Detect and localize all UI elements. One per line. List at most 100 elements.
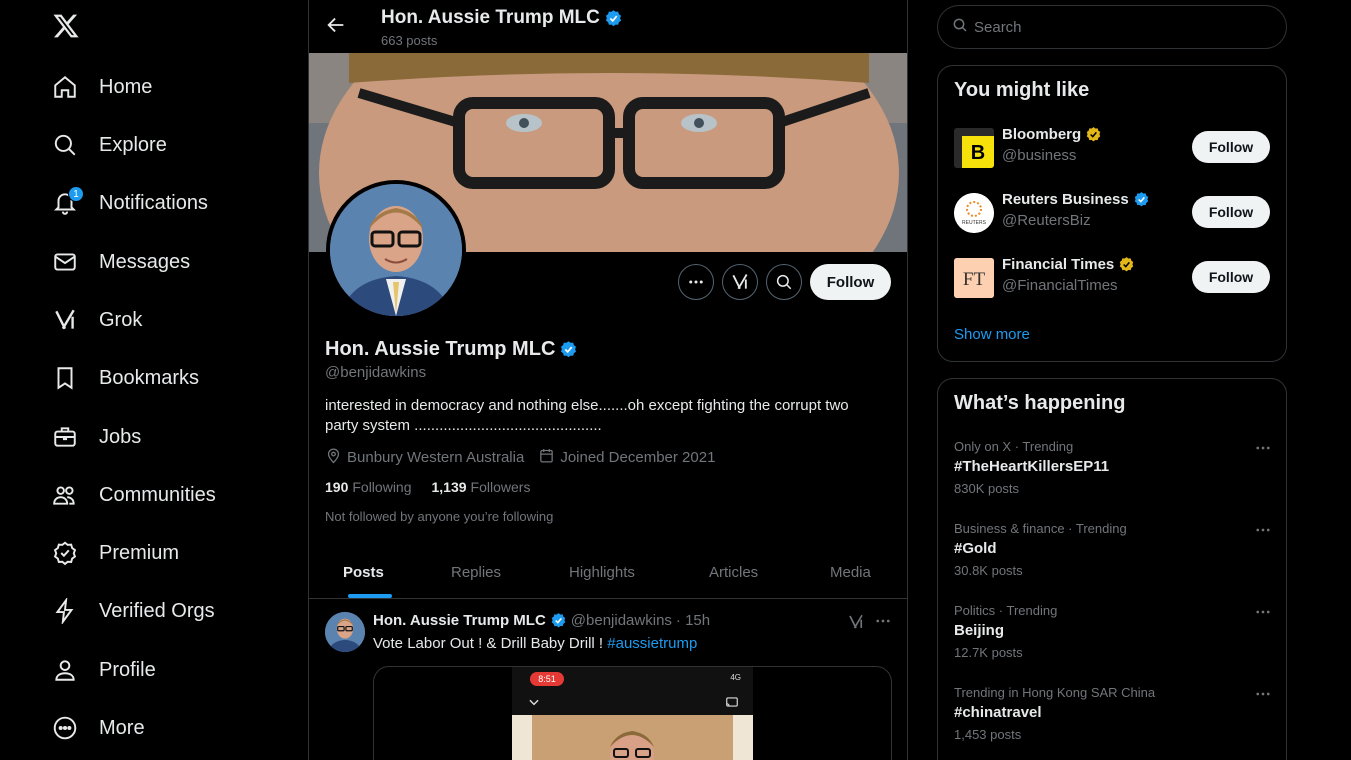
nav-jobs[interactable]: Jobs — [52, 417, 141, 457]
account-name-row: Bloomberg — [1002, 126, 1102, 143]
trend-count: 1,453 posts — [954, 727, 1022, 742]
grok-button[interactable] — [722, 264, 758, 300]
profile-avatar[interactable] — [326, 180, 466, 320]
tab-posts[interactable]: Posts — [343, 546, 384, 599]
location-item: Bunbury Western Australia — [325, 447, 524, 468]
reuters-avatar[interactable]: REUTERS — [954, 193, 994, 233]
post-time[interactable]: · 15h — [676, 612, 710, 629]
suggested-account[interactable]: REUTERS Reuters Business @ReutersBiz Fol… — [954, 191, 1272, 235]
nav-grok-label: Grok — [99, 308, 143, 331]
back-arrow-icon[interactable] — [325, 14, 347, 36]
trend-topic: Beijing — [954, 622, 1005, 639]
trend-item[interactable]: Politics · Trending Beijing 12.7K posts — [954, 603, 1272, 663]
account-name-row: Financial Times — [1002, 256, 1135, 273]
post-author-name[interactable]: Hon. Aussie Trump MLC — [373, 612, 546, 629]
post-hashtag[interactable]: #aussietrump — [607, 635, 697, 652]
verified-badge-icon[interactable] — [559, 340, 578, 359]
suggested-account[interactable]: B Bloomberg @business Follow — [954, 126, 1272, 170]
post-more-icon[interactable] — [874, 612, 892, 630]
trend-topic: #TheHeartKillersEP11 — [954, 458, 1110, 475]
post-item[interactable]: Hon. Aussie Trump MLC @benjidawkins · 15… — [309, 600, 907, 760]
briefcase-icon — [52, 424, 78, 450]
tab-highlights[interactable]: Highlights — [569, 546, 635, 599]
trend-item[interactable]: Trending in Hong Kong SAR China #chinatr… — [954, 685, 1272, 745]
account-name: Reuters Business — [1002, 191, 1129, 208]
search-box[interactable] — [937, 5, 1287, 49]
header-title: Hon. Aussie Trump MLC — [381, 7, 623, 29]
profile-bio: interested in democracy and nothing else… — [325, 397, 849, 434]
trend-count: 830K posts — [954, 481, 1020, 496]
trend-item[interactable]: Only on X · Trending #TheHeartKillersEP1… — [954, 439, 1272, 499]
trend-more-icon[interactable] — [1254, 685, 1272, 708]
nav-home[interactable]: Home — [52, 67, 152, 107]
profile-header-bar: Hon. Aussie Trump MLC 663 posts — [309, 0, 907, 53]
follow-ft-button[interactable]: Follow — [1192, 261, 1270, 293]
bell-icon: 1 — [52, 186, 84, 216]
account-name: Financial Times — [1002, 256, 1115, 273]
account-handle: @FinancialTimes — [1002, 277, 1118, 294]
follow-button[interactable]: Follow — [810, 264, 891, 300]
post-media[interactable]: 8:51 4G — [373, 666, 892, 760]
nav-communities-label: Communities — [99, 483, 216, 506]
nav-bookmarks[interactable]: Bookmarks — [52, 358, 199, 398]
follow-stats: 190 Following 1,139 Followers — [325, 479, 550, 495]
tab-articles[interactable]: Articles — [709, 546, 758, 599]
gold-verified-icon — [1085, 126, 1102, 143]
grok-icon[interactable] — [847, 613, 865, 631]
trend-more-icon[interactable] — [1254, 603, 1272, 626]
chevron-down-icon — [527, 695, 541, 714]
post-header: Hon. Aussie Trump MLC @benjidawkins · 15… — [373, 612, 710, 629]
header-posts-count: 663 posts — [381, 33, 438, 48]
tab-replies[interactable]: Replies — [451, 546, 501, 599]
follow-reuters-button[interactable]: Follow — [1192, 196, 1270, 228]
ft-avatar[interactable]: FT — [954, 258, 994, 298]
not-followed-note: Not followed by anyone you’re following — [325, 509, 554, 524]
more-options-button[interactable] — [678, 264, 714, 300]
calendar-icon — [538, 447, 560, 468]
nav-profile[interactable]: Profile — [52, 650, 156, 690]
nav-messages-label: Messages — [99, 250, 191, 273]
nav-verified-orgs-label: Verified Orgs — [99, 599, 215, 622]
suggested-account[interactable]: FT Financial Times @FinancialTimes Follo… — [954, 256, 1272, 300]
notification-badge: 1 — [68, 186, 84, 202]
show-more-link[interactable]: Show more — [954, 326, 1030, 343]
svg-text:REUTERS: REUTERS — [962, 220, 987, 226]
following-count: 190 — [325, 479, 349, 495]
search-profile-button[interactable] — [766, 264, 802, 300]
home-icon — [52, 74, 78, 100]
follow-bloomberg-button[interactable]: Follow — [1192, 131, 1270, 163]
verified-badge-icon — [550, 612, 567, 629]
joined-item: Joined December 2021 — [538, 447, 715, 468]
following-link[interactable]: 190 Following — [325, 479, 412, 495]
post-author-handle[interactable]: @benjidawkins — [571, 612, 672, 629]
nav-notifications-label: Notifications — [99, 191, 208, 214]
post-body: Vote Labor Out ! & Drill Baby Drill ! — [373, 635, 608, 652]
trend-context: Trending in Hong Kong SAR China — [954, 685, 1156, 700]
post-avatar[interactable] — [325, 612, 365, 652]
search-input[interactable] — [974, 18, 1254, 36]
nav-premium[interactable]: Premium — [52, 533, 179, 573]
nav-messages[interactable]: Messages — [52, 242, 190, 282]
trend-item[interactable]: Business & finance · Trending #Gold 30.8… — [954, 521, 1272, 581]
left-sidebar: Home Explore 1 Notifications Messages Gr… — [0, 0, 308, 760]
nav-explore-label: Explore — [99, 133, 167, 156]
tab-media[interactable]: Media — [830, 546, 871, 599]
trend-context: Business & finance · Trending — [954, 521, 1127, 536]
nav-verified-orgs[interactable]: Verified Orgs — [52, 591, 215, 631]
nav-explore[interactable]: Explore — [52, 125, 167, 165]
phone-time: 8:51 — [530, 672, 564, 686]
communities-icon — [52, 482, 78, 508]
nav-notifications[interactable]: 1 Notifications — [52, 183, 208, 223]
verified-badge-icon — [604, 9, 623, 28]
bloomberg-avatar[interactable]: B — [954, 128, 994, 168]
nav-communities[interactable]: Communities — [52, 475, 216, 515]
nav-grok[interactable]: Grok — [52, 300, 142, 340]
followers-link[interactable]: 1,139 Followers — [432, 479, 531, 495]
trend-more-icon[interactable] — [1254, 521, 1272, 544]
lightning-icon — [52, 598, 78, 624]
header-name: Hon. Aussie Trump MLC — [381, 7, 600, 28]
x-logo-icon[interactable] — [52, 12, 82, 42]
verified-badge-icon — [1133, 191, 1150, 208]
nav-more[interactable]: More — [52, 708, 145, 748]
trend-more-icon[interactable] — [1254, 439, 1272, 462]
